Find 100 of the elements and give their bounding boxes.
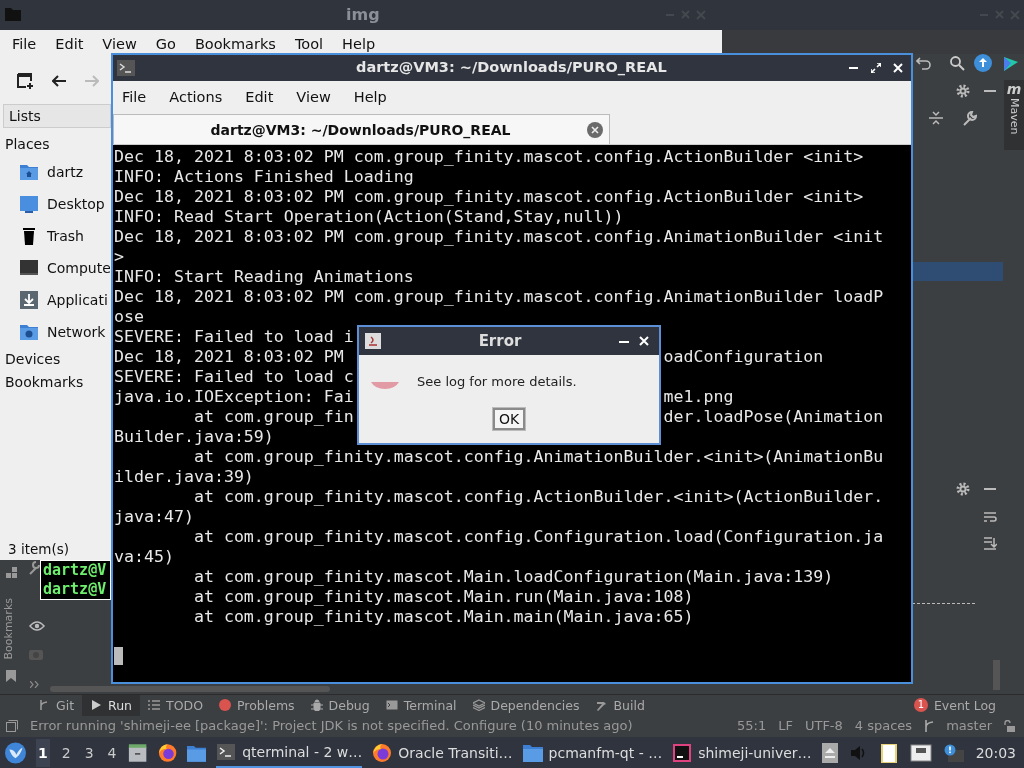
back-icon[interactable] — [52, 75, 66, 87]
sidebar-item[interactable]: Trash — [47, 228, 84, 244]
menu-item[interactable]: Help — [353, 89, 387, 105]
eject-icon[interactable] — [821, 742, 838, 763]
sidebar-item[interactable]: dartz — [47, 164, 84, 180]
play-icon — [90, 699, 103, 711]
terminal-icon — [216, 741, 237, 762]
terminal-line: INFO: Actions Finished Loading — [114, 167, 414, 187]
wrap-icon[interactable] — [983, 511, 997, 525]
sidebar-section[interactable]: Devices — [0, 348, 110, 371]
firefox-icon[interactable] — [157, 741, 177, 764]
tool-tab[interactable]: Terminal — [377, 694, 465, 716]
taskbar-button[interactable]: qterminal - 2 w… — [216, 737, 363, 768]
window-icon[interactable] — [6, 719, 18, 732]
terminal-line: oadConfiguration — [663, 347, 824, 367]
count-badge: 1 — [913, 698, 928, 712]
maven-icon: m — [1006, 80, 1022, 98]
ok-button[interactable]: OK — [492, 408, 526, 430]
settings-icon[interactable] — [955, 481, 971, 497]
search-icon[interactable] — [949, 55, 965, 71]
lists-dropdown[interactable]: Lists — [3, 104, 111, 128]
desktop-icon — [19, 194, 39, 214]
sidebar-item[interactable]: Applicati — [47, 292, 108, 308]
scrollbar[interactable] — [993, 660, 1000, 690]
desktop-switcher[interactable]: 2 — [59, 738, 73, 767]
terminal-line: java.io.IOException: Fai — [114, 387, 354, 407]
taskbar-button[interactable]: Oracle Transiti… — [372, 737, 513, 768]
sidebar-section[interactable]: Bookmarks — [0, 371, 110, 394]
structure-icon[interactable] — [6, 567, 18, 579]
layers-icon — [472, 699, 485, 711]
scrollbar[interactable] — [50, 686, 330, 692]
terminal-line: ose — [114, 307, 144, 327]
desktop-switcher[interactable]: 1 — [35, 738, 50, 767]
terminal-line: SEVERE: Failed to load c — [114, 367, 354, 387]
status-item[interactable]: 55:1 — [737, 718, 767, 733]
menu-item[interactable]: Tool — [294, 36, 324, 52]
terminal-line: me1.png — [663, 387, 734, 407]
terminal-tab[interactable]: dartz@VM3: ~/Downloads/PURO_REAL — [113, 114, 610, 144]
settings-icon[interactable] — [955, 83, 971, 99]
clipboard-icon[interactable] — [879, 741, 898, 764]
clock[interactable]: 20:03 — [975, 744, 1016, 761]
new-tab-icon[interactable] — [17, 73, 33, 89]
more-icon[interactable] — [30, 681, 40, 688]
plugin-icon[interactable] — [1002, 54, 1020, 72]
taskbar-button[interactable]: pcmanfm-qt - … — [522, 737, 663, 768]
terminal-line: Dec 18, 2021 8:03:02 PM — [114, 347, 344, 367]
status-item[interactable]: UTF-8 — [804, 718, 843, 733]
undo-icon[interactable] — [916, 55, 932, 71]
lock-icon[interactable] — [1004, 719, 1016, 732]
status-item[interactable]: LF — [778, 718, 793, 733]
terminal-icon — [385, 699, 398, 711]
sidebar-item[interactable]: Desktop — [47, 196, 105, 212]
maven-tab[interactable]: m Maven — [1004, 80, 1024, 150]
start-menu-icon[interactable] — [5, 740, 26, 765]
notification-icon[interactable] — [943, 743, 964, 762]
menu-item[interactable]: Go — [155, 36, 176, 52]
sidebar-item[interactable]: Network — [47, 324, 106, 340]
bookmark-icon[interactable] — [6, 670, 16, 682]
file-cabinet-icon[interactable] — [128, 741, 148, 764]
terminal-line: at com.group_finity.mascot.config.AnimationBuilder.<init>(AnimationBu — [192, 447, 884, 467]
status-item[interactable]: 4 spaces — [854, 718, 913, 733]
update-icon[interactable] — [974, 54, 992, 72]
tool-tab[interactable]: TODO — [140, 694, 211, 716]
event-log-tab[interactable]: 1 Event Log — [905, 694, 1004, 716]
desktop-switcher[interactable]: 4 — [105, 738, 119, 767]
collapse-icon[interactable] — [928, 110, 944, 126]
tool-tab[interactable]: Problems — [211, 694, 303, 716]
branch-name[interactable]: master — [946, 718, 992, 733]
menu-item[interactable]: View — [102, 36, 137, 52]
menu-item[interactable]: File — [122, 89, 147, 105]
firefox-icon — [372, 742, 393, 763]
sidebar-item[interactable]: Compute — [47, 260, 110, 276]
terminal-line: SEVERE: Failed to load i — [114, 327, 354, 347]
sidebar-section[interactable]: Places — [0, 133, 110, 156]
tool-tab[interactable]: Build — [587, 694, 653, 716]
close-icon[interactable] — [893, 63, 903, 73]
menu-item[interactable]: Edit — [245, 89, 274, 105]
menu-item[interactable]: Help — [342, 36, 376, 52]
eye-icon[interactable] — [29, 620, 45, 634]
terminal-line: der.loadPose(Animation — [663, 407, 884, 427]
bookmarks-tab[interactable]: Bookmarks — [2, 598, 15, 660]
wrench-icon[interactable] — [28, 561, 40, 575]
menu-item[interactable]: Edit — [55, 36, 84, 52]
scroll-end-icon[interactable] — [983, 536, 997, 550]
desktop-switcher[interactable]: 3 — [82, 738, 96, 767]
wrench-icon[interactable] — [961, 110, 979, 128]
tool-tab[interactable]: Debug — [302, 694, 378, 716]
network-icon[interactable] — [909, 743, 932, 762]
tool-tab[interactable]: Run — [82, 694, 141, 716]
close-icon[interactable] — [639, 336, 649, 346]
taskbar-button[interactable]: shimeji-univer… — [672, 737, 812, 768]
maximize-icon[interactable] — [871, 63, 881, 73]
tool-tab[interactable]: Git — [30, 694, 83, 716]
menu-item[interactable]: Bookmarks — [194, 36, 276, 52]
menu-item[interactable]: Actions — [169, 89, 223, 105]
terminal-line: at com.group_finity.mascot.Main.loadConfiguration(Main.java:139) — [192, 567, 834, 587]
menu-item[interactable]: View — [296, 89, 331, 105]
menu-item[interactable]: File — [12, 36, 37, 52]
tool-tab[interactable]: Dependencies — [464, 694, 588, 716]
terminal-line: at com.group_finity.mascot.config.Configuration.load(Configuration.ja — [192, 527, 884, 547]
